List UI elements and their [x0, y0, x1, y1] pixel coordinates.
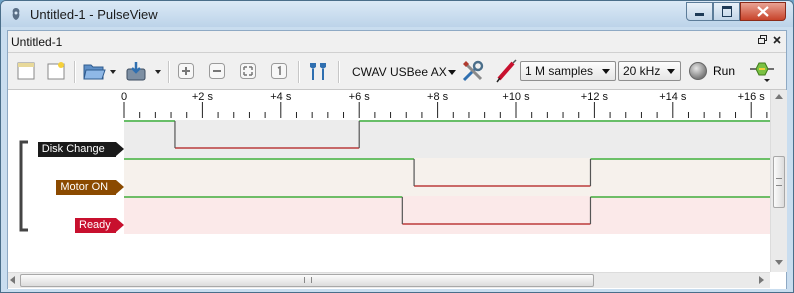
close-document-icon[interactable] [773, 35, 781, 47]
minimize-button[interactable] [686, 2, 713, 21]
save-icon [126, 62, 161, 81]
title-bar: Untitled-1 - PulseView [1, 1, 793, 27]
horizontal-scrollbar[interactable] [8, 272, 770, 288]
new-view-button[interactable] [44, 59, 68, 83]
pulseview-window: Untitled-1 - PulseView Untitled-1 CWAV U… [0, 0, 794, 293]
window-title: Untitled-1 - PulseView [30, 7, 158, 22]
ruler-tick-label: +12 s [581, 91, 609, 103]
save-button[interactable] [123, 59, 163, 83]
chevron-down-icon [602, 69, 610, 74]
folder-open-icon [83, 64, 116, 80]
ruler-tick-label: +16 s [738, 91, 766, 103]
tools-icon [462, 60, 484, 82]
trace-label-text: Disk Change [41, 143, 105, 155]
trace-label-pointer [116, 218, 124, 232]
trace-background [124, 158, 770, 196]
show-cursors-button[interactable] [305, 59, 331, 83]
open-button[interactable] [81, 59, 117, 83]
zoom-in-icon [178, 63, 194, 79]
probe-icon [496, 59, 517, 83]
trace-label-pointer [115, 180, 124, 194]
run-status-icon [689, 62, 707, 80]
scroll-left-icon[interactable] [10, 276, 15, 284]
zoom-out-button[interactable] [205, 59, 229, 83]
zoom-one-to-one-button[interactable] [267, 59, 291, 83]
main-area: Untitled-1 CWAV USBee AX 1 M samples 20 … [7, 30, 787, 289]
vertical-scroll-thumb[interactable] [773, 156, 785, 208]
samples-value: 1 M samples [525, 64, 594, 78]
samples-select[interactable]: 1 M samples [520, 61, 616, 81]
trace-background [124, 196, 770, 234]
trace-label-text: Ready [79, 219, 111, 231]
samplerate-select[interactable]: 20 kHz [618, 61, 681, 81]
trace-background [124, 120, 770, 158]
ruler-tick-label: +4 s [270, 91, 292, 103]
close-icon [757, 6, 769, 17]
main-toolbar: CWAV USBee AX 1 M samples 20 kHz Run [8, 53, 786, 90]
run-label: Run [713, 64, 736, 78]
zoom-fit-icon [240, 63, 256, 79]
float-dock-icon[interactable] [758, 35, 767, 47]
scroll-up-icon[interactable] [775, 94, 783, 99]
minimize-icon [695, 13, 704, 16]
group-bracket [19, 140, 28, 232]
scroll-down-icon[interactable] [775, 260, 783, 265]
device-selector[interactable]: CWAV USBee AX [352, 65, 447, 79]
zoom-fit-button[interactable] [236, 59, 260, 83]
decoders-menu-button[interactable] [748, 59, 776, 83]
zoom-out-icon [209, 63, 225, 79]
new-session-icon [17, 62, 35, 80]
app-icon [12, 8, 20, 20]
ruler-ticks: 0 +2 s +4 s +6 s +8 s +10 s +12 s +14 s +16 s [121, 91, 768, 118]
ruler-tick-label: 0 [121, 91, 127, 103]
vertical-scrollbar[interactable] [770, 90, 787, 272]
cursors-icon [310, 63, 326, 80]
device-dropdown-icon[interactable] [448, 70, 456, 75]
trace-label[interactable]: Disk Change [37, 142, 124, 157]
zoom-in-button[interactable] [174, 59, 198, 83]
new-view-icon [47, 62, 65, 80]
configure-probes-button[interactable] [493, 59, 519, 83]
toolbar-separator [338, 61, 340, 83]
ruler-tick-label: +6 s [349, 91, 371, 103]
trace-label[interactable]: Motor ON [56, 180, 124, 195]
toolbar-separator [74, 61, 76, 83]
time-ruler: 0 +2 s +4 s +6 s +8 s +10 s +12 s +14 s +16 s [8, 90, 770, 120]
chevron-down-icon [667, 69, 675, 74]
zoom-original-icon [271, 63, 287, 79]
run-button[interactable]: Run [688, 59, 740, 83]
horizontal-scroll-thumb[interactable] [20, 274, 594, 287]
trace-view: 0 +2 s +4 s +6 s +8 s +10 s +12 s +14 s +16 s Di… [8, 90, 787, 289]
close-button[interactable] [740, 2, 786, 21]
trace-label-text: Motor ON [60, 181, 109, 193]
ruler-tick-label: +2 s [192, 91, 214, 103]
ruler-tick-label: +8 s [427, 91, 449, 103]
document-title: Untitled-1 [11, 35, 63, 49]
grip-icon [776, 178, 782, 186]
decoder-icon [750, 62, 774, 82]
maximize-icon [721, 6, 732, 17]
configure-device-button[interactable] [460, 59, 486, 83]
samplerate-value: 20 kHz [623, 64, 661, 78]
grip-icon [304, 277, 312, 283]
trace-area[interactable]: Disk Change Motor ON Ready [8, 120, 770, 272]
trace-label[interactable]: Ready [75, 218, 124, 233]
ruler-tick-label: +10 s [502, 91, 530, 103]
ruler-tick-label: +14 s [659, 91, 687, 103]
new-session-button[interactable] [14, 59, 38, 83]
toolbar-separator [298, 61, 300, 83]
trace-label-pointer [115, 142, 124, 156]
scroll-right-icon[interactable] [759, 276, 764, 284]
maximize-button[interactable] [713, 2, 740, 21]
toolbar-separator [168, 61, 170, 83]
document-header: Untitled-1 [8, 31, 786, 53]
